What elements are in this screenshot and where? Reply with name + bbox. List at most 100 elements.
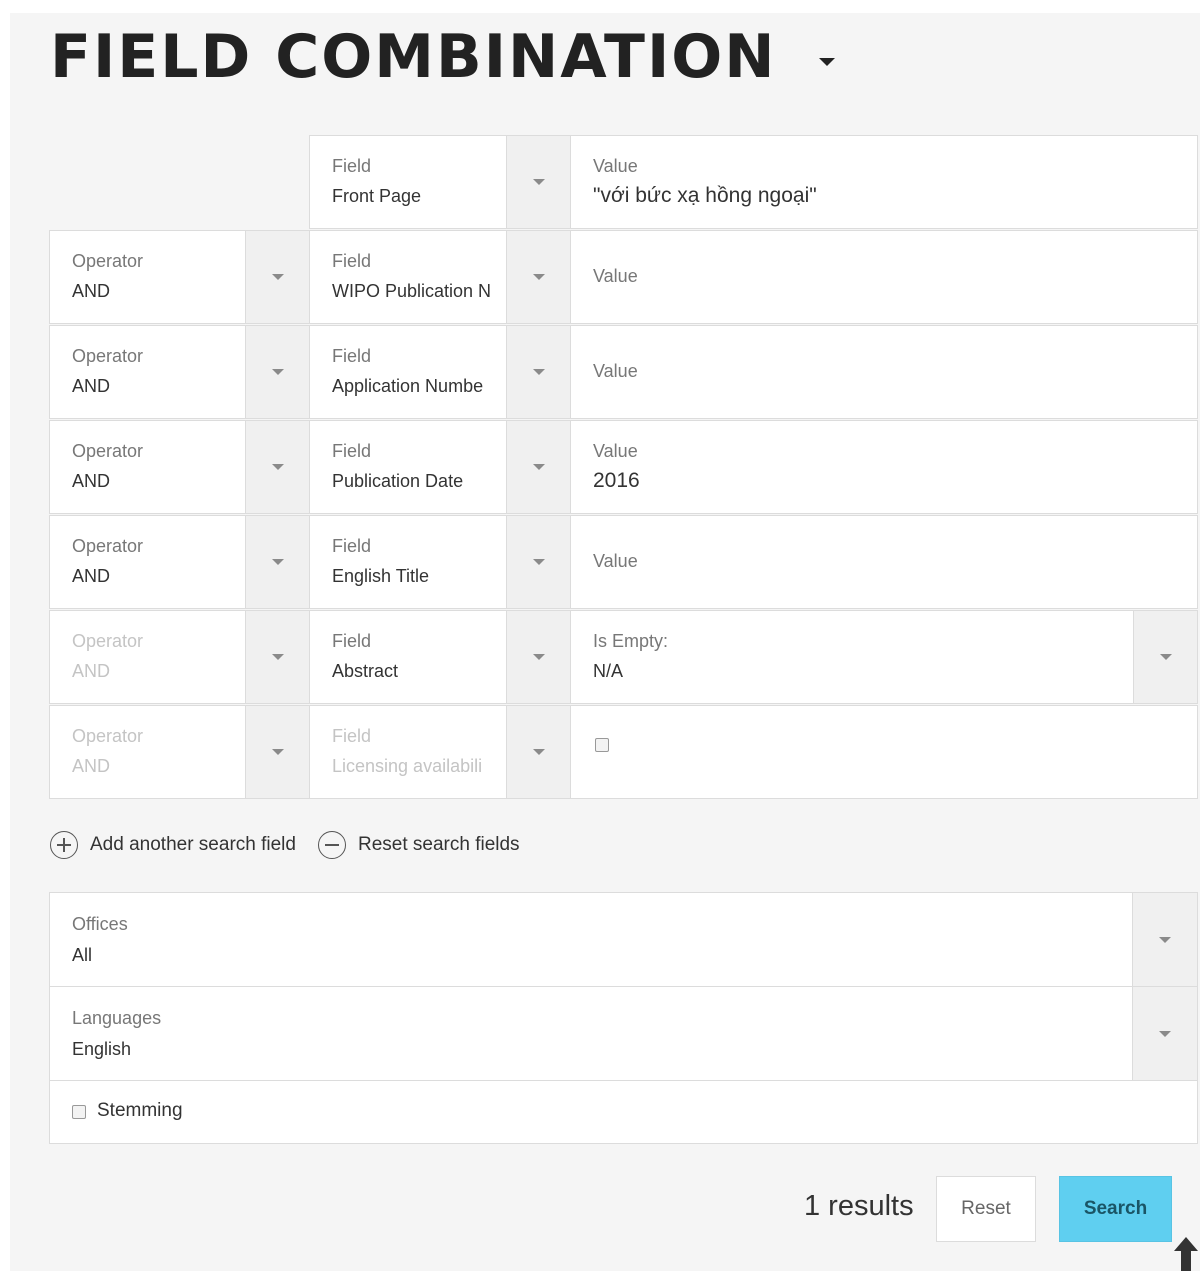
chevron-down-icon <box>532 369 545 375</box>
chevron-down-icon <box>1159 936 1171 943</box>
operator-select[interactable]: Operator AND <box>49 325 246 419</box>
field-dropdown-button[interactable] <box>506 420 571 514</box>
add-search-field-label: Add another search field <box>90 834 296 855</box>
search-row-5: Operator AND Field English Title Value <box>49 515 1198 610</box>
operator-value: AND <box>72 756 111 776</box>
field-dropdown-button[interactable] <box>506 705 571 799</box>
is-empty-dropdown-button[interactable] <box>1133 610 1198 704</box>
search-options: Offices All Languages English Stemming <box>49 892 1198 1144</box>
chevron-down-icon <box>532 654 545 660</box>
chevron-down-icon <box>271 654 284 660</box>
operator-select[interactable]: Operator AND <box>49 705 246 799</box>
reset-search-fields-button[interactable]: Reset search fields <box>317 831 520 859</box>
stemming-option[interactable]: Stemming <box>49 1080 1198 1144</box>
offices-select[interactable]: Offices All <box>49 892 1198 987</box>
field-label: Field <box>332 156 372 176</box>
reset-button[interactable]: Reset <box>936 1176 1036 1242</box>
value-input[interactable]: Value <box>570 230 1198 324</box>
value-placeholder: Value <box>593 266 638 286</box>
operator-label: Operator <box>72 251 144 271</box>
field-select[interactable]: Field WIPO Publication N <box>309 230 507 324</box>
chevron-down-icon <box>1159 654 1172 660</box>
operator-value: AND <box>72 566 111 586</box>
operator-dropdown-button[interactable] <box>245 325 310 419</box>
field-value: Licensing availabili <box>332 756 483 776</box>
page-title: FIELD COMBINATION <box>50 22 777 92</box>
field-value: Abstract <box>332 661 399 681</box>
title-row[interactable]: FIELD COMBINATION <box>50 27 835 87</box>
field-value: Front Page <box>332 186 422 206</box>
operator-label: Operator <box>72 726 144 746</box>
operator-dropdown-button[interactable] <box>245 705 310 799</box>
value-input[interactable]: Value <box>570 325 1198 419</box>
value-placeholder: Value <box>593 361 638 381</box>
field-select[interactable]: Field Application Numbe <box>309 325 507 419</box>
stemming-checkbox[interactable] <box>72 1105 86 1119</box>
field-dropdown-button[interactable] <box>506 610 571 704</box>
field-dropdown-button[interactable] <box>506 230 571 324</box>
field-label: Field <box>332 251 372 271</box>
operator-label: Operator <box>72 631 144 651</box>
field-dropdown-button[interactable] <box>506 135 571 229</box>
chevron-down-icon <box>271 274 284 280</box>
operator-value: AND <box>72 376 111 396</box>
operator-select[interactable]: Operator AND <box>49 230 246 324</box>
field-select[interactable]: Field English Title <box>309 515 507 609</box>
chevron-down-icon <box>271 559 284 565</box>
value-input[interactable]: Value <box>570 515 1198 609</box>
search-button[interactable]: Search <box>1059 1176 1172 1242</box>
operator-dropdown-button[interactable] <box>245 610 310 704</box>
minus-circle-icon <box>317 831 346 859</box>
chevron-down-icon <box>271 369 284 375</box>
chevron-down-icon <box>271 464 284 470</box>
chevron-down-icon <box>532 559 545 565</box>
languages-dropdown-button[interactable] <box>1132 986 1198 1081</box>
chevron-down-icon <box>1159 1030 1171 1037</box>
operator-label: Operator <box>72 346 144 366</box>
search-row-1: Field Front Page Value "với bức xạ hồng … <box>49 135 1198 230</box>
offices-label: Offices <box>72 914 128 934</box>
field-label: Field <box>332 631 372 651</box>
search-row-2: Operator AND Field WIPO Publication N Va… <box>49 230 1198 325</box>
field-dropdown-button[interactable] <box>506 325 571 419</box>
scroll-to-top-icon[interactable] <box>1172 1235 1200 1271</box>
operator-select[interactable]: Operator AND <box>49 420 246 514</box>
value-input[interactable]: Value 2016 <box>570 420 1198 514</box>
add-search-field-button[interactable]: Add another search field <box>50 831 296 859</box>
results-count: 1 results <box>804 1190 914 1222</box>
field-label: Field <box>332 441 372 461</box>
operator-dropdown-button[interactable] <box>245 515 310 609</box>
operator-select[interactable]: Operator AND <box>49 610 246 704</box>
field-value: Application Numbe <box>332 376 484 396</box>
field-label: Field <box>332 726 372 746</box>
operator-select[interactable]: Operator AND <box>49 515 246 609</box>
plus-circle-icon <box>50 831 78 859</box>
operator-dropdown-button[interactable] <box>245 230 310 324</box>
field-select[interactable]: Field Licensing availabili <box>309 705 507 799</box>
operator-value: AND <box>72 661 111 681</box>
is-empty-select[interactable]: Is Empty: N/A <box>570 610 1134 704</box>
chevron-down-icon <box>532 749 545 755</box>
chevron-down-icon <box>532 179 545 185</box>
field-select[interactable]: Field Front Page <box>309 135 507 229</box>
value-label: Value <box>593 441 638 461</box>
field-select[interactable]: Field Abstract <box>309 610 507 704</box>
search-fields-table: Field Front Page Value "với bức xạ hồng … <box>49 135 1198 800</box>
operator-dropdown-button[interactable] <box>245 420 310 514</box>
field-dropdown-button[interactable] <box>506 515 571 609</box>
languages-value: English <box>72 1039 132 1059</box>
page-panel: FIELD COMBINATION Field Front Page Value… <box>10 13 1200 1271</box>
licensing-checkbox[interactable] <box>595 738 609 752</box>
languages-select[interactable]: Languages English <box>49 986 1198 1081</box>
value-cell <box>570 705 1198 799</box>
value-input[interactable]: Value "với bức xạ hồng ngoại" <box>570 135 1198 229</box>
field-label: Field <box>332 346 372 366</box>
search-row-4: Operator AND Field Publication Date Valu… <box>49 420 1198 515</box>
chevron-down-icon <box>271 749 284 755</box>
title-dropdown-icon[interactable] <box>818 58 835 66</box>
field-select[interactable]: Field Publication Date <box>309 420 507 514</box>
chevron-down-icon <box>532 464 545 470</box>
offices-dropdown-button[interactable] <box>1132 892 1198 987</box>
is-empty-label: Is Empty: <box>593 631 669 651</box>
operator-value: AND <box>72 471 111 491</box>
